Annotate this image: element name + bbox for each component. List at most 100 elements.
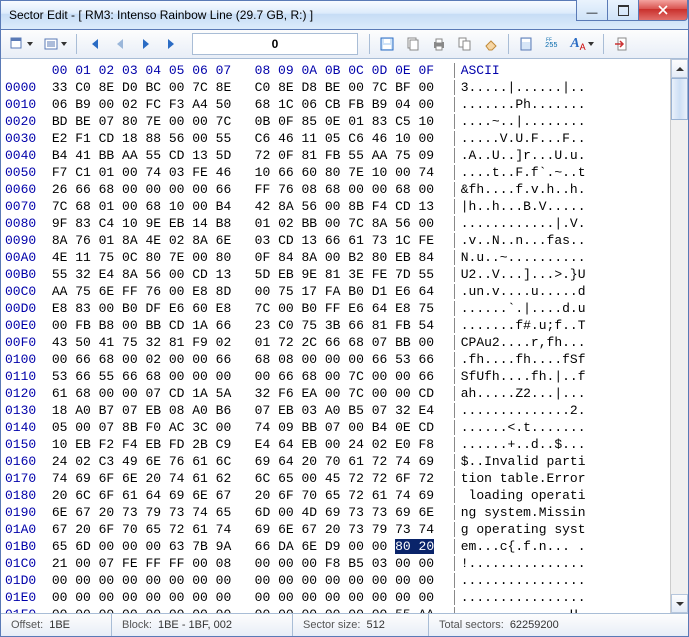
hex-bytes[interactable]: 00 00 00 00 00 00 00 00: [52, 573, 231, 588]
vertical-scrollbar[interactable]: [670, 59, 688, 613]
hex-row[interactable]: 0080 9F 83 C4 10 9E EB 14 B8 01 02 BB 00…: [5, 215, 684, 232]
hex-ascii[interactable]: ....t..F.f`.~..t: [454, 165, 586, 180]
hex-bytes[interactable]: 03 CD 13 66 61 73 1C FE: [255, 233, 434, 248]
hex-bytes[interactable]: 10 EB F2 F4 EB FD 2B C9: [52, 437, 231, 452]
close-button[interactable]: [638, 0, 688, 21]
hex-ascii[interactable]: .un.v....u.....d: [454, 284, 586, 299]
hex-row[interactable]: 01A0 67 20 6F 70 65 72 61 74 69 6E 67 20…: [5, 521, 684, 538]
hex-bytes[interactable]: 61 68 00 00 07 CD 1A 5A: [52, 386, 231, 401]
hex-ascii[interactable]: |h..h...B.V.....: [454, 199, 586, 214]
hex-bytes[interactable]: 4E 11 75 0C 80 7E 00 80: [52, 250, 231, 265]
hex-row[interactable]: 01E0 00 00 00 00 00 00 00 00 00 00 00 00…: [5, 589, 684, 606]
hex-bytes[interactable]: 8A 76 01 8A 4E 02 8A 6E: [52, 233, 231, 248]
hex-bytes[interactable]: BD BE 07 80 7E 00 00 7C: [52, 114, 231, 129]
hex-bytes[interactable]: 65 6D 00 00 00 63 7B 9A: [52, 539, 231, 554]
hex-ascii[interactable]: !...............: [454, 556, 586, 571]
hex-bytes[interactable]: 69 64 20 70 61 72 74 69: [255, 454, 434, 469]
hex-bytes[interactable]: 20 6C 6F 61 64 69 6E 67: [52, 488, 231, 503]
hex-bytes[interactable]: 23 C0 75 3B 66 81 FB 54: [255, 318, 434, 333]
hex-row[interactable]: 0000 33 C0 8E D0 BC 00 7C 8E C0 8E D8 BE…: [5, 79, 684, 96]
hex-row[interactable]: 0140 05 00 07 8B F0 AC 3C 00 74 09 BB 07…: [5, 419, 684, 436]
hex-ascii[interactable]: .A..U..]r...U.u.: [454, 148, 586, 163]
hex-row[interactable]: 0030 E2 F1 CD 18 88 56 00 55 C6 46 11 05…: [5, 130, 684, 147]
hex-bytes[interactable]: 0F 84 8A 00 B2 80 EB 84: [255, 250, 434, 265]
hex-ascii[interactable]: loading operati: [454, 488, 586, 503]
hex-row[interactable]: 00F0 43 50 41 75 32 81 F9 02 01 72 2C 66…: [5, 334, 684, 351]
hex-ascii[interactable]: em...c{.f.n... .: [454, 539, 586, 554]
hex-ascii[interactable]: $..Invalid parti: [454, 454, 586, 469]
hex-row[interactable]: 0090 8A 76 01 8A 4E 02 8A 6E 03 CD 13 66…: [5, 232, 684, 249]
hex-ascii[interactable]: ................: [454, 590, 586, 605]
hex-bytes[interactable]: AA 75 6E FF 76 00 E8 8D: [52, 284, 231, 299]
hex-bytes[interactable]: F7 C1 01 00 74 03 FE 46: [52, 165, 231, 180]
hex-row[interactable]: 0010 06 B9 00 02 FC F3 A4 50 68 1C 06 CB…: [5, 96, 684, 113]
hex-ascii[interactable]: SfUfh....fh.|..f: [454, 369, 586, 384]
hex-bytes[interactable]: 6E 67 20 73 79 73 74 65: [52, 505, 231, 520]
hex-bytes[interactable]: E2 F1 CD 18 88 56 00 55: [52, 131, 231, 146]
save-button[interactable]: [375, 32, 399, 56]
hex-row[interactable]: 0050 F7 C1 01 00 74 03 FE 46 10 66 60 80…: [5, 164, 684, 181]
hex-ascii[interactable]: .v..N..n...fas..: [454, 233, 586, 248]
print-button[interactable]: [427, 32, 451, 56]
hex-bytes[interactable]: 7C 68 01 00 68 10 00 B4: [52, 199, 231, 214]
hex-ascii[interactable]: .......f#.u;f..T: [454, 318, 586, 333]
hex-bytes[interactable]: B4 41 BB AA 55 CD 13 5D: [52, 148, 231, 163]
sector-number-input[interactable]: [193, 36, 357, 52]
hex-bytes[interactable]: 6C 65 00 45 72 72 6F 72: [255, 471, 434, 486]
maximize-button[interactable]: [607, 0, 639, 21]
hex-row[interactable]: 01C0 21 00 07 FE FF FF 00 08 00 00 00 F8…: [5, 555, 684, 572]
hex-row[interactable]: 0160 24 02 C3 49 6E 76 61 6C 69 64 20 70…: [5, 453, 684, 470]
hex-bytes[interactable]: FF 76 08 68 00 00 68 00: [255, 182, 434, 197]
erase-button[interactable]: [479, 32, 503, 56]
hex-bytes[interactable]: E4 64 EB 00 24 02 E0 F8: [255, 437, 434, 452]
hex-bytes[interactable]: 07 EB 03 A0 B5 07 32 E4: [255, 403, 434, 418]
scroll-thumb[interactable]: [671, 78, 688, 120]
hex-ascii[interactable]: CPAu2....r,fh...: [454, 335, 586, 350]
hex-ascii[interactable]: g operating syst: [454, 522, 586, 537]
hex-bytes[interactable]: 7C 00 B0 FF E6 64 E8 75: [255, 301, 434, 316]
hex-bytes[interactable]: 00 00 00 00 00 00 00 00: [52, 607, 231, 614]
hex-row[interactable]: 0070 7C 68 01 00 68 10 00 B4 42 8A 56 00…: [5, 198, 684, 215]
hex-bytes[interactable]: 33 C0 8E D0 BC 00 7C 8E: [52, 80, 231, 95]
hex-ascii[interactable]: ............|.V.: [454, 216, 586, 231]
hex-bytes[interactable]: 00 00 00 00 00 00 00 00: [255, 573, 434, 588]
hex-bytes[interactable]: 00 66 68 00 02 00 00 66: [52, 352, 231, 367]
hex-bytes[interactable]: 00 00 00 00 00 00 00 00: [52, 590, 231, 605]
hex-row[interactable]: 00B0 55 32 E4 8A 56 00 CD 13 5D EB 9E 81…: [5, 266, 684, 283]
hex-bytes[interactable]: 74 09 BB 07 00 B4 0E CD: [255, 420, 434, 435]
hex-bytes[interactable]: 43 50 41 75 32 81 F9 02: [52, 335, 231, 350]
copy-button[interactable]: [401, 32, 425, 56]
hex-bytes[interactable]: 42 8A 56 00 8B F4 CD 13: [255, 199, 434, 214]
hex-ascii[interactable]: ng system.Missin: [454, 505, 586, 520]
hex-row[interactable]: 00C0 AA 75 6E FF 76 00 E8 8D 00 75 17 FA…: [5, 283, 684, 300]
hex-row[interactable]: 0150 10 EB F2 F4 EB FD 2B C9 E4 64 EB 00…: [5, 436, 684, 453]
scroll-down-button[interactable]: [671, 594, 688, 613]
hex-bytes[interactable]: 05 00 07 8B F0 AC 3C 00: [52, 420, 231, 435]
hex-bytes[interactable]: 10 66 60 80 7E 10 00 74: [255, 165, 434, 180]
hex-ascii[interactable]: U2..V...]...>.}U: [454, 267, 586, 282]
copy-sector-button[interactable]: [453, 32, 477, 56]
hex-row[interactable]: 00D0 E8 83 00 B0 DF E6 60 E8 7C 00 B0 FF…: [5, 300, 684, 317]
font-dropdown-button[interactable]: AA: [566, 32, 598, 56]
hex-bytes[interactable]: 72 0F 81 FB 55 AA 75 09: [255, 148, 434, 163]
hex-row[interactable]: 01D0 00 00 00 00 00 00 00 00 00 00 00 00…: [5, 572, 684, 589]
titlebar[interactable]: Sector Edit - [ RM3: Intenso Rainbow Lin…: [1, 1, 688, 30]
hex-bytes[interactable]: 66 DA 6E D9 00 00 80 20: [255, 539, 434, 554]
hex-row[interactable]: 0020 BD BE 07 80 7E 00 00 7C 0B 0F 85 0E…: [5, 113, 684, 130]
hex-row[interactable]: 0120 61 68 00 00 07 CD 1A 5A 32 F6 EA 00…: [5, 385, 684, 402]
hex-row[interactable]: 0130 18 A0 B7 07 EB 08 A0 B6 07 EB 03 A0…: [5, 402, 684, 419]
hex-ascii[interactable]: ......<.t.......: [454, 420, 586, 435]
hex-row[interactable]: 00E0 00 FB B8 00 BB CD 1A 66 23 C0 75 3B…: [5, 317, 684, 334]
calculator-button[interactable]: [514, 32, 538, 56]
hex-ascii[interactable]: .fh....fh....fSf: [454, 352, 586, 367]
hex-view[interactable]: 00 01 02 03 04 05 06 07 08 09 0A 0B 0C 0…: [1, 59, 688, 614]
hex-ascii[interactable]: ..............2.: [454, 403, 586, 418]
hex-bytes[interactable]: 53 66 55 66 68 00 00 00: [52, 369, 231, 384]
nav-first-button[interactable]: [82, 32, 106, 56]
hex-bytes[interactable]: C0 8E D8 BE 00 7C BF 00: [255, 80, 434, 95]
hex-row[interactable]: 01F0 00 00 00 00 00 00 00 00 00 00 00 00…: [5, 606, 684, 614]
hex-ascii[interactable]: ah.....Z2...|...: [454, 386, 586, 401]
hex-bytes[interactable]: 00 00 00 F8 B5 03 00 00: [255, 556, 434, 571]
hex-bytes[interactable]: 69 6E 67 20 73 79 73 74: [255, 522, 434, 537]
hex-ascii[interactable]: 3.....|......|..: [454, 80, 586, 95]
